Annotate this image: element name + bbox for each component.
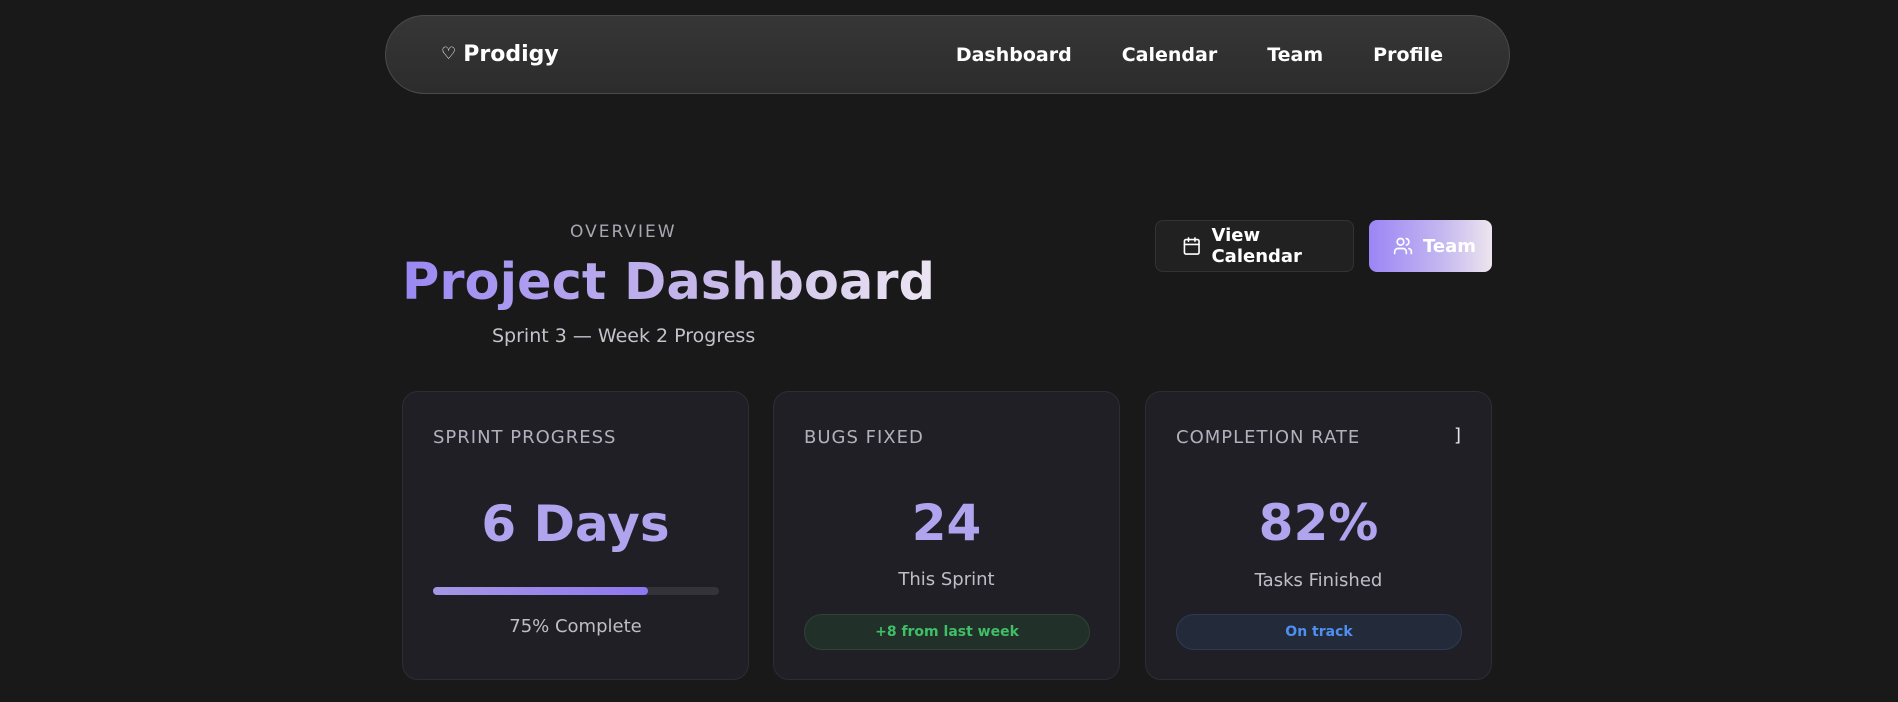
view-calendar-button[interactable]: View Calendar <box>1155 220 1354 272</box>
corner-glyph: ] <box>1453 425 1461 446</box>
card-caption: Tasks Finished <box>1254 570 1383 591</box>
top-nav: ♡ Prodigy Dashboard Calendar Team Profil… <box>385 15 1510 94</box>
brand-name: Prodigy <box>463 42 559 67</box>
users-icon <box>1393 237 1413 255</box>
nav-link-team[interactable]: Team <box>1267 44 1323 66</box>
page-title: Project Dashboard <box>402 253 936 312</box>
nav-links: Dashboard Calendar Team Profile <box>956 44 1443 66</box>
section-eyebrow: OVERVIEW <box>570 222 677 242</box>
card-value: 82% <box>1258 494 1379 552</box>
nav-link-dashboard[interactable]: Dashboard <box>956 44 1072 66</box>
team-button[interactable]: Team <box>1369 220 1492 272</box>
calendar-icon <box>1183 237 1200 255</box>
card-caption: This Sprint <box>898 569 995 590</box>
bugs-fixed-card: BUGS FIXED 24 This Sprint +8 from last w… <box>773 391 1120 680</box>
card-value: 6 Days <box>481 495 670 553</box>
card-caption: 75% Complete <box>509 616 642 637</box>
progress-fill <box>433 587 648 595</box>
card-label: COMPLETION RATE <box>1176 427 1361 448</box>
card-label: SPRINT PROGRESS <box>433 427 617 448</box>
progress-bar <box>433 587 719 595</box>
status-badge: On track <box>1176 614 1462 650</box>
card-value: 24 <box>911 494 982 552</box>
card-label: BUGS FIXED <box>804 427 924 448</box>
completion-rate-card: COMPLETION RATE ] 82% Tasks Finished On … <box>1145 391 1492 680</box>
nav-link-calendar[interactable]: Calendar <box>1122 44 1217 66</box>
heart-icon: ♡ <box>441 44 457 64</box>
sprint-progress-card: SPRINT PROGRESS 6 Days 75% Complete <box>402 391 749 680</box>
team-label: Team <box>1423 235 1476 257</box>
page-subtitle: Sprint 3 — Week 2 Progress <box>492 325 756 347</box>
view-calendar-label: View Calendar <box>1211 225 1302 267</box>
status-badge: +8 from last week <box>804 614 1090 650</box>
nav-link-profile[interactable]: Profile <box>1373 44 1443 66</box>
brand[interactable]: ♡ Prodigy <box>441 42 559 67</box>
